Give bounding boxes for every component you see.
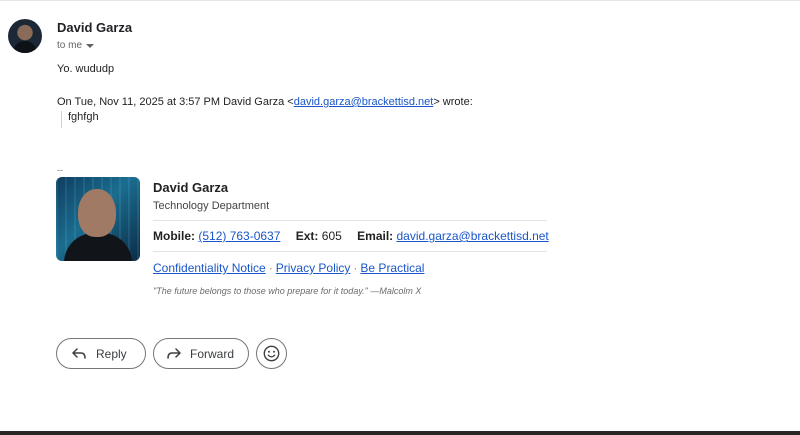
signature-separator: -- (57, 165, 63, 175)
signature-divider-top (153, 220, 547, 221)
privacy-policy-link[interactable]: Privacy Policy (276, 261, 351, 275)
reply-button[interactable]: Reply (56, 338, 146, 369)
quote-header: On Tue, Nov 11, 2025 at 3:57 PM David Ga… (57, 96, 473, 108)
email-body: Yo. wududp (57, 63, 115, 75)
confidentiality-notice-link[interactable]: Confidentiality Notice (153, 261, 266, 275)
emoji-reaction-button[interactable] (256, 338, 287, 369)
signature-divider-bottom (153, 251, 547, 252)
forward-label: Forward (190, 346, 235, 361)
sender-avatar[interactable] (8, 19, 42, 53)
be-practical-link[interactable]: Be Practical (360, 261, 424, 275)
ext-label: Ext: (295, 229, 319, 243)
quoted-text: fghfgh (61, 111, 99, 128)
signature-department: Technology Department (153, 200, 270, 212)
reply-arrow-icon (72, 347, 86, 360)
bottom-edge-bar (0, 431, 800, 435)
signature-links: Confidentiality Notice · Privacy Policy · Be… (153, 261, 424, 275)
mobile-link[interactable]: (512) 763-0637 (198, 229, 280, 243)
link-separator: · (353, 261, 358, 275)
forward-arrow-icon (167, 347, 181, 360)
recipient-details-toggle[interactable]: to me (57, 40, 95, 51)
quote-header-email-link[interactable]: david.garza@brackettisd.net (294, 96, 434, 108)
mobile-label: Mobile: (153, 229, 195, 243)
signature-quote: "The future belongs to those who prepare… (153, 286, 422, 296)
sender-name[interactable]: David Garza (57, 20, 132, 35)
recipient-label: to me (57, 40, 83, 51)
email-label: Email: (357, 229, 394, 243)
signature-photo (56, 177, 140, 261)
photo-face (78, 189, 116, 237)
avatar-shirt (13, 41, 37, 53)
signature-contact-row: Mobile: (512) 763-0637 Ext: 605 Email: d… (153, 229, 549, 243)
signature-name: David Garza (153, 180, 229, 195)
link-separator: · (268, 261, 273, 275)
signature-email-link[interactable]: david.garza@brackettisd.net (397, 229, 549, 243)
reply-label: Reply (96, 346, 127, 361)
ext-value: 605 (321, 229, 342, 243)
chevron-down-icon[interactable] (86, 44, 95, 48)
top-divider (0, 0, 800, 1)
quote-header-suffix: > wrote: (433, 96, 473, 108)
forward-button[interactable]: Forward (153, 338, 249, 369)
quote-header-prefix: On Tue, Nov 11, 2025 at 3:57 PM David Ga… (57, 96, 294, 108)
smiley-face-icon (263, 345, 280, 362)
